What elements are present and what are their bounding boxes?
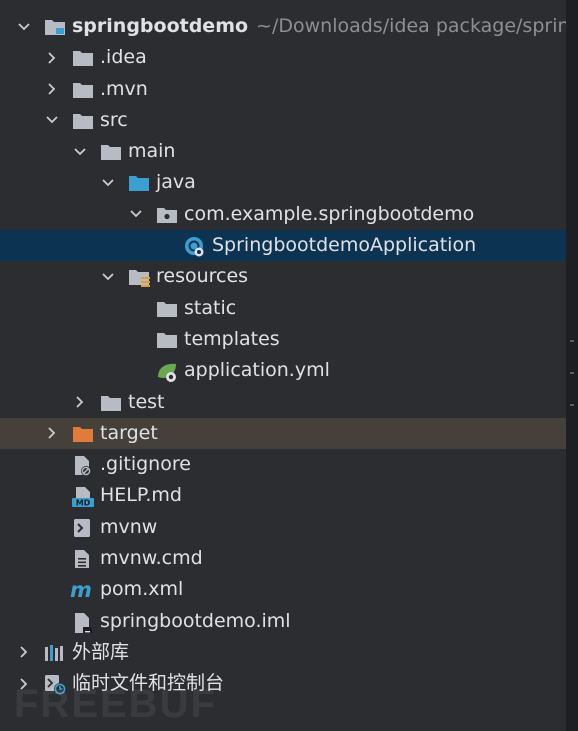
chevron-right-icon[interactable]: [16, 637, 32, 668]
chevron-right-icon[interactable]: [44, 74, 60, 105]
package-icon: [156, 205, 177, 225]
tree-item-label: src: [100, 108, 128, 131]
tree-row-mvn[interactable]: .mvn: [0, 74, 566, 105]
folder-icon: [156, 299, 177, 319]
module-folder-icon: [44, 17, 65, 37]
folder-icon: [72, 111, 93, 131]
tree-row-help-md[interactable]: MD HELP.md: [0, 480, 566, 511]
source-folder-icon: [128, 173, 149, 193]
shell-script-icon: [72, 518, 92, 538]
folder-icon: [100, 142, 121, 162]
tree-item-label: com.example.springbootdemo: [184, 202, 475, 225]
tree-row-app-class[interactable]: SpringbootdemoApplication: [0, 230, 566, 262]
tree-item-label: .idea: [100, 46, 147, 69]
chevron-down-icon[interactable]: [100, 167, 116, 198]
chevron-down-icon[interactable]: [128, 199, 144, 230]
tree-item-label: resources: [156, 265, 249, 288]
ignore-file-icon: [72, 455, 92, 477]
chevron-right-icon[interactable]: [44, 42, 60, 73]
tree-item-label: HELP.md: [100, 484, 182, 507]
chevron-right-icon[interactable]: [44, 418, 60, 449]
spring-config-icon: [156, 361, 176, 383]
text-file-icon: [72, 549, 92, 569]
tree-row-gitignore[interactable]: .gitignore: [0, 449, 566, 480]
tree-item-label: java: [156, 171, 196, 194]
resources-folder-icon: [128, 267, 150, 288]
tree-row-mvnw[interactable]: mvnw: [0, 512, 566, 543]
chevron-down-icon[interactable]: [44, 105, 60, 136]
tree-row-app-yml[interactable]: application.yml: [0, 355, 566, 386]
folder-icon: [156, 330, 177, 350]
tree-item-label: main: [128, 140, 176, 163]
tree-item-label: mvnw.cmd: [100, 547, 203, 570]
folder-icon: [72, 48, 93, 68]
folder-icon: [100, 393, 121, 413]
tree-row-pom[interactable]: m pom.xml: [0, 574, 566, 605]
markdown-file-icon: MD: [72, 486, 94, 508]
tree-row-package[interactable]: com.example.springbootdemo: [0, 199, 566, 230]
editor-gutter-edge: [566, 0, 578, 731]
svg-text:m: m: [70, 580, 92, 600]
tree-row-mvnw-cmd[interactable]: mvnw.cmd: [0, 543, 566, 574]
module-file-icon: [72, 612, 92, 633]
tree-item-label: mvnw: [100, 515, 158, 538]
project-label: springbootdemo ~/Downloads/idea package/s…: [72, 15, 566, 37]
chevron-right-icon[interactable]: [72, 387, 88, 418]
tree-row-templates[interactable]: templates: [0, 324, 566, 355]
excluded-folder-icon: [72, 424, 93, 444]
tree-item-label: .gitignore: [100, 453, 191, 476]
tree-row-resources[interactable]: resources: [0, 261, 566, 292]
tree-item-label: static: [184, 296, 237, 319]
spring-boot-class-icon: [184, 236, 204, 257]
tree-item-label: .mvn: [100, 77, 148, 100]
tree-row-main[interactable]: main: [0, 136, 566, 167]
project-tool-window: springbootdemo ~/Downloads/idea package/s…: [0, 0, 566, 731]
tree-row-target[interactable]: target: [0, 417, 566, 450]
tree-item-label: application.yml: [184, 359, 330, 382]
tree-row-java[interactable]: java: [0, 167, 566, 198]
tree-row-project-root[interactable]: springbootdemo ~/Downloads/idea package/s…: [0, 11, 566, 42]
tree-row-static[interactable]: static: [0, 293, 566, 324]
project-tree: springbootdemo ~/Downloads/idea package/s…: [0, 11, 566, 700]
maven-icon: m: [70, 580, 92, 600]
chevron-down-icon[interactable]: [16, 11, 32, 42]
freebuf-watermark: FREEBUF: [14, 682, 217, 726]
tree-row-iml[interactable]: springbootdemo.iml: [0, 606, 566, 637]
tree-row-test[interactable]: test: [0, 387, 566, 418]
chevron-down-icon[interactable]: [100, 261, 116, 292]
tree-item-label: SpringbootdemoApplication: [212, 234, 477, 257]
tree-item-label: target: [100, 421, 158, 444]
library-icon: [44, 643, 64, 663]
tree-item-label: templates: [184, 327, 280, 350]
tree-item-label: springbootdemo.iml: [100, 609, 291, 632]
folder-icon: [72, 80, 93, 100]
md-badge-text: MD: [76, 499, 91, 508]
chevron-down-icon[interactable]: [72, 136, 88, 167]
tree-row-external-libraries[interactable]: 外部库: [0, 637, 566, 668]
tree-item-label: pom.xml: [100, 578, 184, 601]
tree-row-src[interactable]: src: [0, 105, 566, 136]
tree-item-label: 外部库: [72, 640, 130, 663]
tree-row-idea[interactable]: .idea: [0, 42, 566, 73]
tree-item-label: test: [128, 390, 165, 413]
